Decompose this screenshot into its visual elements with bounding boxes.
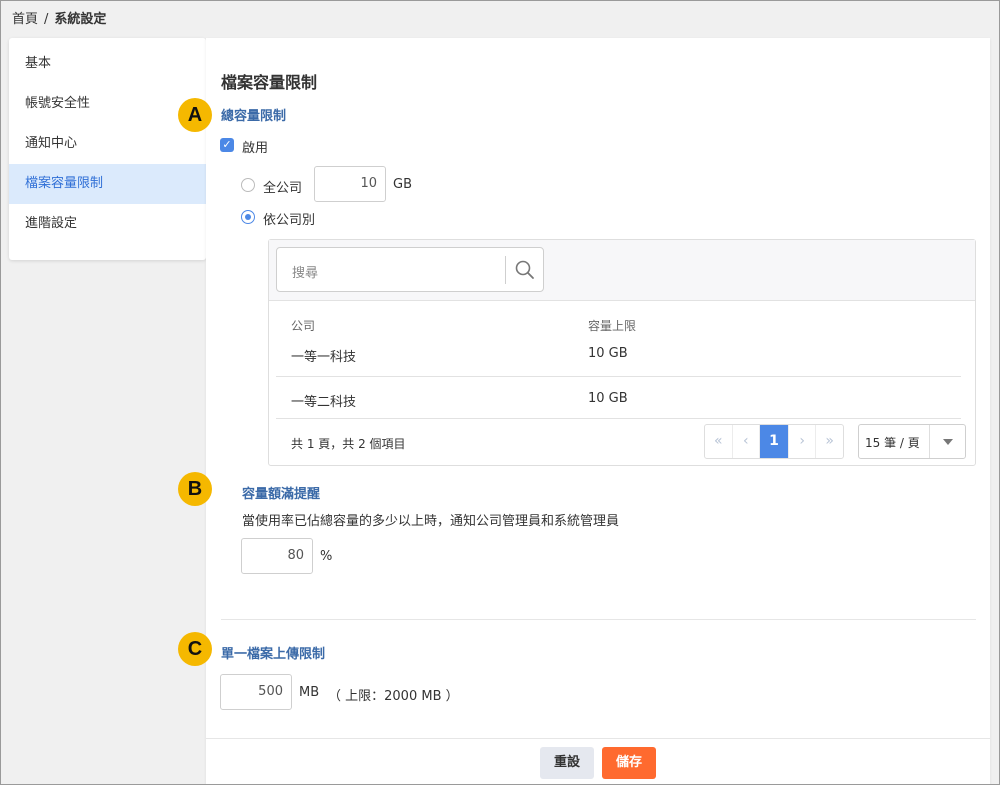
table-toolbar: 搜尋 [269, 240, 975, 301]
column-header-capacity-limit: 容量上限 [588, 319, 637, 333]
breadcrumb-current: 系統設定 [54, 12, 107, 27]
search-icon[interactable] [514, 259, 536, 281]
enable-checkbox[interactable]: ✓ [220, 138, 234, 152]
all-company-capacity-input[interactable]: 10 [314, 166, 386, 202]
table-row-company: 一等一科技 [291, 350, 357, 365]
search-placeholder: 搜尋 [292, 266, 319, 281]
capacity-alert-percent-input[interactable]: 80 [241, 538, 313, 574]
column-header-company: 公司 [291, 319, 316, 333]
sidebar: 基本 帳號安全性 通知中心 檔案容量限制 進階設定 [9, 38, 206, 260]
enable-label[interactable]: 啟用 [242, 137, 268, 156]
sidebar-item-basic[interactable]: 基本 [9, 44, 206, 84]
breadcrumb: 首頁 / 系統設定 [12, 8, 106, 27]
all-company-unit: GB [393, 177, 412, 192]
chevron-down-icon[interactable] [943, 439, 953, 445]
table-row-limit: 10 GB [588, 346, 628, 361]
page-1-button[interactable]: 1 [760, 425, 789, 458]
single-file-limit-hint: （ 上限：2000 MB ） [328, 689, 459, 704]
annotation-badge-c: C [178, 632, 212, 666]
search-divider [505, 256, 506, 284]
by-company-radio[interactable] [241, 210, 255, 224]
annotation-badge-a: A [178, 98, 212, 132]
single-file-limit-input[interactable]: 500 [220, 674, 292, 710]
page-size-divider [929, 425, 930, 458]
all-company-label[interactable]: 全公司 [263, 177, 302, 196]
page-size-select[interactable]: 15 筆 / 頁 [858, 424, 966, 459]
row-divider [276, 418, 961, 419]
main-panel: 檔案容量限制 A 總容量限制 ✓ 啟用 全公司 10 GB 依公司別 搜尋 公司… [178, 38, 990, 785]
breadcrumb-home[interactable]: 首頁 [12, 12, 38, 27]
check-icon: ✓ [222, 138, 232, 151]
next-page-button[interactable]: › [789, 425, 817, 458]
sidebar-item-notification-center[interactable]: 通知中心 [9, 124, 206, 164]
row-divider [276, 376, 961, 377]
pagination: « ‹ 1 › » [704, 424, 844, 459]
breadcrumb-separator: / [44, 12, 49, 27]
prev-page-button[interactable]: ‹ [733, 425, 761, 458]
all-company-radio[interactable] [241, 178, 255, 192]
company-capacity-table: 搜尋 公司 容量上限 一等一科技 10 GB 一等二科技 10 GB 共 1 頁… [268, 239, 976, 466]
reset-button[interactable]: 重設 [540, 747, 594, 779]
sidebar-item-advanced-settings[interactable]: 進階設定 [9, 204, 206, 244]
total-capacity-title: 總容量限制 [221, 109, 287, 124]
sidebar-item-file-capacity-limit[interactable]: 檔案容量限制 [9, 164, 206, 204]
capacity-alert-description: 當使用率已佔總容量的多少以上時，通知公司管理員和系統管理員 [242, 514, 620, 529]
capacity-alert-title: 容量額滿提醒 [242, 487, 321, 502]
table-row-limit: 10 GB [588, 391, 628, 406]
save-button[interactable]: 儲存 [602, 747, 656, 779]
search-input[interactable]: 搜尋 [276, 247, 544, 292]
sidebar-item-account-security[interactable]: 帳號安全性 [9, 84, 206, 124]
single-file-limit-title: 單一檔案上傳限制 [221, 647, 326, 662]
page-title: 檔案容量限制 [221, 73, 318, 92]
section-divider [221, 619, 976, 620]
annotation-badge-b: B [178, 472, 212, 506]
page-size-value: 15 筆 / 頁 [865, 436, 920, 450]
form-footer: 重設 儲存 [206, 738, 990, 785]
table-row-company: 一等二科技 [291, 395, 357, 410]
by-company-label[interactable]: 依公司別 [263, 209, 315, 228]
single-file-limit-unit: MB [299, 685, 320, 700]
last-page-button[interactable]: » [816, 425, 843, 458]
pagination-summary: 共 1 頁，共 2 個項目 [291, 437, 406, 451]
capacity-alert-unit: % [320, 549, 333, 564]
first-page-button[interactable]: « [705, 425, 733, 458]
